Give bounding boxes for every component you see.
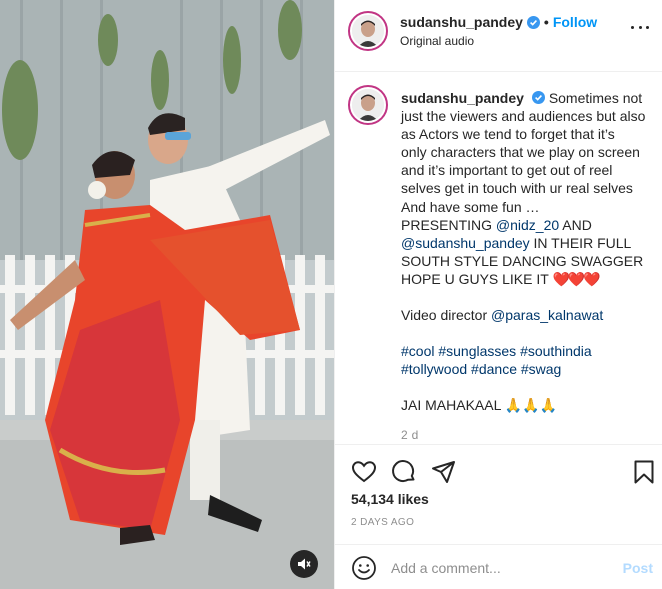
caption-text: selves get in touch with ur real selves	[401, 180, 633, 197]
post-button[interactable]: Post	[623, 560, 653, 576]
post-video[interactable]	[0, 0, 334, 589]
post-date: 2 DAYS AGO	[351, 517, 415, 528]
hearts-emoji: ❤️❤️❤️	[552, 270, 600, 287]
caption-area: sudanshu_pandey Sometimes not just the v…	[335, 72, 662, 444]
caption-text: And have some fun …	[401, 198, 540, 215]
post-caption: sudanshu_pandey Sometimes not just the v…	[401, 89, 655, 414]
avatar[interactable]	[348, 11, 388, 51]
bookmark-icon[interactable]	[631, 459, 657, 485]
caption-timestamp[interactable]: 2 d	[401, 428, 419, 442]
mute-button[interactable]	[290, 550, 318, 578]
hashtag-link[interactable]: #dance	[471, 361, 517, 377]
comment-input[interactable]	[391, 555, 611, 581]
mention-link[interactable]: @sudanshu_pandey	[401, 235, 530, 251]
caption-text: PRESENTING	[401, 216, 496, 233]
verified-badge-icon	[526, 15, 540, 29]
caption-username[interactable]: sudanshu_pandey	[401, 90, 524, 106]
caption-text: HOPE U GUYS LIKE IT	[401, 270, 553, 287]
share-icon[interactable]	[431, 459, 457, 485]
caption-text: only characters that we play on screen	[401, 144, 640, 161]
post-header: sudanshu_pandey • Follow Original audio	[335, 0, 662, 72]
audio-link[interactable]: Original audio	[400, 34, 474, 48]
action-bar: 54,134 likes 2 DAYS AGO	[335, 444, 662, 544]
caption-text: as Actors we tend to forget that it’s	[401, 126, 615, 143]
caption-avatar[interactable]	[348, 85, 388, 125]
verified-badge-icon	[531, 91, 545, 104]
mute-icon	[298, 558, 311, 570]
profile-photo	[352, 15, 384, 47]
mention-link[interactable]: @paras_kalnawat	[491, 307, 603, 323]
likes-count[interactable]: 54,134 likes	[351, 491, 429, 507]
emoji-icon[interactable]	[351, 555, 377, 581]
hashtag-link[interactable]: #southindia	[520, 343, 592, 359]
caption-text: IN THEIR FULL	[529, 234, 632, 251]
separator-dot: •	[543, 14, 549, 30]
hashtag-link[interactable]: #cool	[401, 343, 434, 359]
post-username[interactable]: sudanshu_pandey	[400, 14, 523, 30]
hashtag-link[interactable]: #swag	[521, 361, 561, 377]
follow-button[interactable]: Follow	[553, 14, 597, 30]
caption-text: AND	[559, 216, 592, 233]
caption-text: Video director	[401, 307, 492, 324]
comment-bar: Post	[335, 544, 662, 589]
more-options-icon[interactable]	[631, 26, 649, 32]
hashtag-link[interactable]: #sunglasses	[438, 343, 516, 359]
caption-text: Sometimes not	[548, 90, 643, 106]
caption-text: JAI MAHAKAAL	[401, 397, 505, 414]
caption-text: SOUTH STYLE DANCING SWAGGER	[401, 252, 644, 269]
profile-photo	[352, 89, 384, 121]
mention-link[interactable]: @nidz_20	[496, 217, 559, 233]
heart-icon[interactable]	[351, 459, 377, 485]
video-frame	[0, 0, 334, 589]
post-panel: sudanshu_pandey • Follow Original audio	[334, 0, 662, 589]
hashtag-link[interactable]: #tollywood	[401, 361, 467, 377]
comment-icon[interactable]	[391, 459, 417, 485]
pray-emoji: 🙏🙏🙏	[504, 397, 558, 414]
caption-text: just the viewers and audiences but also	[401, 108, 646, 125]
caption-text: and it’s important to get out of reel	[401, 162, 613, 179]
